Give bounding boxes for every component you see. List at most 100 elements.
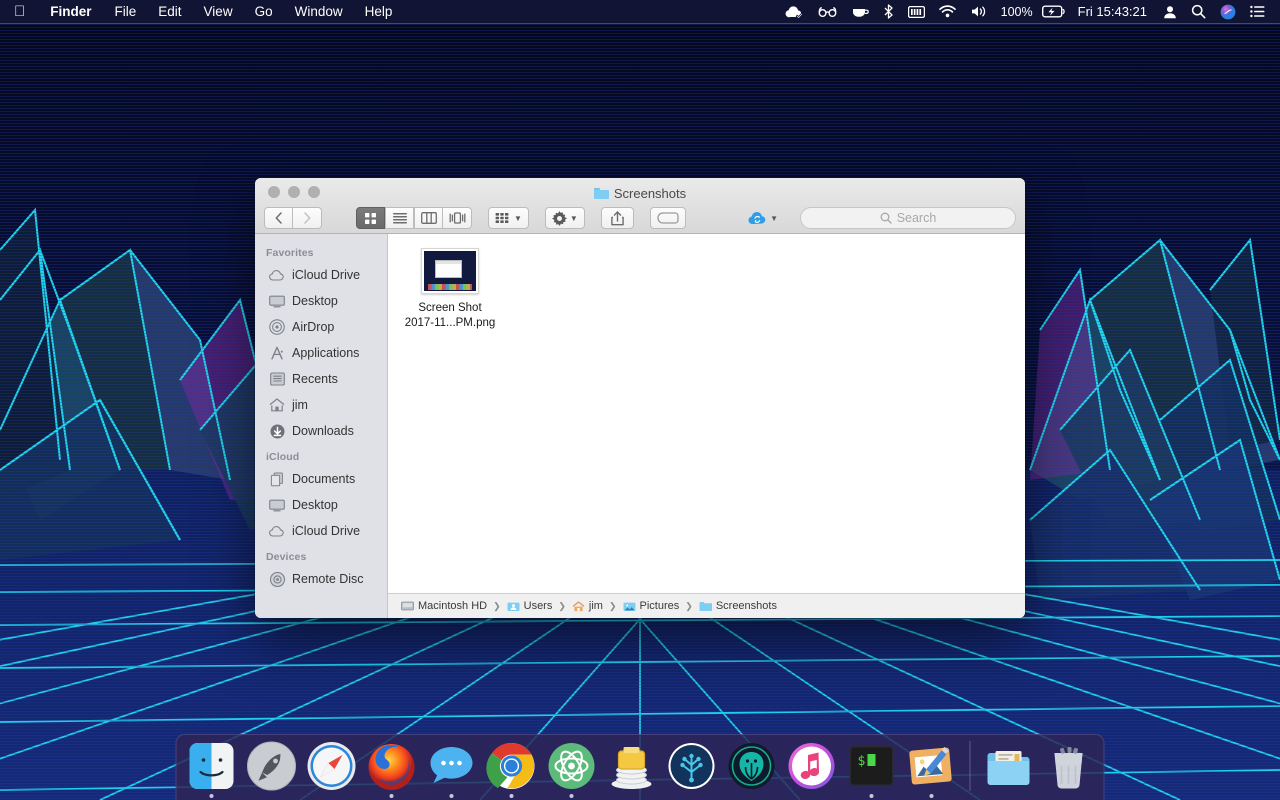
breadcrumb-label: jim bbox=[588, 600, 603, 612]
user-icon[interactable] bbox=[1156, 0, 1184, 24]
sidebar-section-icloud: iCloud bbox=[266, 451, 300, 463]
running-indicator bbox=[330, 794, 334, 798]
dock-item-postgres[interactable] bbox=[605, 739, 659, 798]
dock-item-messages[interactable] bbox=[425, 739, 479, 798]
menu-item-finder[interactable]: Finder bbox=[38, 0, 103, 24]
dock-item-pixelmator[interactable] bbox=[905, 739, 959, 798]
menu-bar:  Finder File Edit View Go Window Help 1… bbox=[0, 0, 1280, 24]
column-view-button[interactable] bbox=[414, 207, 443, 229]
gitkraken-icon bbox=[725, 739, 779, 793]
dock-item-trash[interactable] bbox=[1042, 739, 1096, 798]
sidebar-item-label: Downloads bbox=[292, 424, 354, 438]
dropbox-sync-icon bbox=[748, 212, 766, 224]
sidebar-item-jim[interactable]: jim bbox=[255, 392, 387, 418]
breadcrumb-jim[interactable]: jim bbox=[572, 600, 603, 612]
running-indicator bbox=[270, 794, 274, 798]
dock-item-safari[interactable] bbox=[305, 739, 359, 798]
menu-bar-status-area: 100% Fri 15:43:21 bbox=[778, 0, 1280, 24]
volume-icon[interactable] bbox=[963, 0, 994, 24]
menu-item-help[interactable]: Help bbox=[354, 0, 404, 24]
chrome-icon bbox=[485, 739, 539, 793]
running-indicator bbox=[750, 794, 754, 798]
breadcrumb-macintosh-hd[interactable]: Macintosh HD bbox=[401, 600, 487, 612]
folder-icon bbox=[593, 187, 609, 199]
sidebar-item-desktop[interactable]: Desktop bbox=[255, 288, 387, 314]
coffee-cup-icon[interactable] bbox=[844, 0, 876, 24]
spotlight-search-icon[interactable] bbox=[1184, 0, 1213, 24]
sidebar-item-airdrop[interactable]: AirDrop bbox=[255, 314, 387, 340]
action-gear-button[interactable]: ▼ bbox=[544, 207, 585, 229]
dock-item-firefox[interactable] bbox=[365, 739, 419, 798]
glasses-icon[interactable] bbox=[811, 0, 844, 24]
folder-stack-icon bbox=[982, 739, 1036, 793]
itunes-icon bbox=[785, 739, 839, 793]
dock-item-terminal[interactable]: $ bbox=[845, 739, 899, 798]
menu-item-edit[interactable]: Edit bbox=[147, 0, 192, 24]
running-indicator bbox=[810, 794, 814, 798]
breadcrumb-label: Screenshots bbox=[715, 600, 777, 612]
folder-icon bbox=[699, 600, 712, 612]
dock-item-gitkraken[interactable] bbox=[725, 739, 779, 798]
sidebar-item-recents[interactable]: Recents bbox=[255, 366, 387, 392]
running-indicator bbox=[209, 794, 214, 798]
running-indicator bbox=[1007, 794, 1011, 798]
sidebar-item-desktop-icloud[interactable]: Desktop bbox=[255, 492, 387, 518]
menu-bar-clock[interactable]: Fri 15:43:21 bbox=[1073, 0, 1156, 24]
dock-item-documents-folder[interactable] bbox=[982, 739, 1036, 798]
sidebar-item-documents[interactable]: Documents bbox=[255, 466, 387, 492]
share-button[interactable] bbox=[600, 207, 634, 229]
forward-button[interactable] bbox=[293, 207, 322, 229]
dock-item-chrome[interactable] bbox=[485, 739, 539, 798]
breadcrumb-separator-icon: ❯ bbox=[685, 600, 693, 611]
dock-separator bbox=[969, 741, 971, 791]
battery-bars-icon[interactable] bbox=[901, 0, 932, 24]
sidebar-item-icloud-drive-2[interactable]: iCloud Drive bbox=[255, 518, 387, 544]
dock-item-atom[interactable] bbox=[545, 739, 599, 798]
sidebar-item-applications[interactable]: Applications bbox=[255, 340, 387, 366]
search-input[interactable]: Search bbox=[800, 207, 1016, 229]
file-grid: Screen Shot 2017-11...PM.png bbox=[388, 234, 1025, 593]
menu-item-window[interactable]: Window bbox=[284, 0, 354, 24]
sidebar-item-label: AirDrop bbox=[292, 320, 335, 334]
messages-icon bbox=[425, 739, 479, 793]
file-item[interactable]: Screen Shot 2017-11...PM.png bbox=[402, 248, 498, 331]
postgres-icon bbox=[605, 739, 659, 793]
breadcrumb-separator-icon: ❯ bbox=[608, 600, 617, 611]
dropbox-sync-button[interactable]: ▼ bbox=[743, 207, 783, 229]
battery-charging-icon[interactable] bbox=[1035, 0, 1073, 24]
sidebar-item-icloud-drive[interactable]: iCloud Drive bbox=[255, 262, 387, 288]
breadcrumb-pictures[interactable]: Pictures bbox=[623, 600, 679, 612]
desktop-icon bbox=[269, 497, 285, 513]
arrange-by-button[interactable]: ▼ bbox=[488, 207, 529, 229]
notification-center-icon[interactable] bbox=[1243, 0, 1272, 24]
breadcrumb-screenshots[interactable]: Screenshots bbox=[699, 600, 777, 612]
apple-logo-icon[interactable]:  bbox=[0, 0, 38, 24]
dock-item-finder[interactable] bbox=[185, 739, 239, 798]
coverflow-view-button[interactable] bbox=[443, 207, 472, 229]
dock-item-launchpad[interactable] bbox=[245, 739, 299, 798]
menu-item-view[interactable]: View bbox=[193, 0, 244, 24]
back-button[interactable] bbox=[264, 207, 293, 229]
list-view-button[interactable] bbox=[385, 207, 414, 229]
downloads-icon bbox=[269, 423, 285, 439]
finder-window[interactable]: Screenshots ▼ ▼ Search ▼ Favorites iClou… bbox=[255, 178, 1025, 618]
tag-button[interactable] bbox=[649, 207, 686, 229]
bluetooth-icon[interactable] bbox=[876, 0, 901, 24]
users-folder-icon bbox=[507, 600, 520, 612]
siri-icon[interactable] bbox=[1213, 0, 1243, 24]
file-name-line-2: 2017-11...PM.png bbox=[404, 317, 496, 329]
menu-item-file[interactable]: File bbox=[104, 0, 148, 24]
icon-view-button[interactable] bbox=[356, 207, 385, 229]
finder-titlebar[interactable]: Screenshots ▼ ▼ Search ▼ bbox=[255, 178, 1025, 234]
wifi-icon[interactable] bbox=[932, 0, 963, 24]
dock-item-sourcetree[interactable] bbox=[665, 739, 719, 798]
finder-sidebar: Favorites iCloud Drive Desktop AirDrop A… bbox=[255, 234, 388, 618]
dock-item-itunes[interactable] bbox=[785, 739, 839, 798]
cloud-check-icon[interactable] bbox=[778, 0, 811, 24]
breadcrumb-users[interactable]: Users bbox=[507, 600, 552, 612]
pictures-folder-icon bbox=[623, 600, 636, 612]
file-name-line-1: Screen Shot bbox=[418, 302, 482, 314]
menu-item-go[interactable]: Go bbox=[244, 0, 284, 24]
sidebar-item-downloads[interactable]: Downloads bbox=[255, 418, 387, 444]
sidebar-item-remote-disc[interactable]: Remote Disc bbox=[255, 566, 387, 592]
